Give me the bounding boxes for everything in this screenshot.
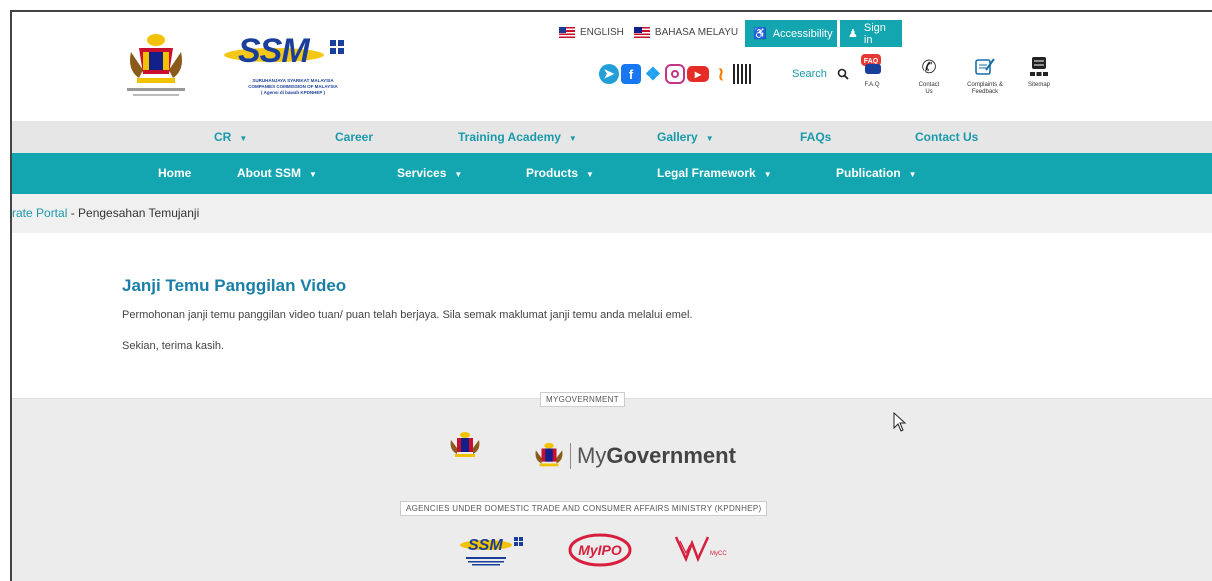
search-label: Search	[792, 68, 827, 80]
accessibility-icon: ♿	[753, 28, 767, 40]
nav-item-about-ssm[interactable]: About SSM ▼	[237, 166, 317, 180]
phone-icon: ✆	[921, 56, 937, 77]
agency-mycc-text: MyCC	[710, 551, 727, 557]
lang-malay-label: BAHASA MELAYU	[654, 26, 739, 38]
ssm-logo-word: SSM	[238, 32, 310, 70]
telegram-icon[interactable]: ➤	[599, 64, 619, 84]
caret-down-icon: ▼	[763, 170, 772, 179]
breadcrumb-portal-link[interactable]: rate Portal	[12, 206, 67, 220]
caret-down-icon: ▼	[586, 170, 594, 179]
subnav-item-career[interactable]: Career	[335, 130, 373, 144]
main-content: Janji Temu Panggilan Video Permohonan ja…	[12, 233, 1212, 398]
us-flag-icon	[559, 26, 575, 38]
breadcrumb-separator: -	[67, 206, 79, 220]
agency-ssm-text: SSM	[468, 537, 503, 554]
site-header: SSM SURUHANJAYA SYARIKAT MALAYSIA COMPAN…	[12, 12, 1212, 121]
nav-item-home[interactable]: Home	[158, 166, 191, 180]
search-box[interactable]: Search	[792, 68, 849, 80]
svg-text:FAQ: FAQ	[864, 58, 879, 65]
lang-malay-option[interactable]: BAHASA MELAYU	[633, 26, 739, 38]
malaysia-coat-of-arms-icon	[535, 442, 563, 467]
sitemap-icon	[1028, 56, 1050, 78]
ssm-logo[interactable]: SSM SURUHANJAYA SYARIKAT MALAYSIA COMPAN…	[220, 26, 360, 108]
complaints-feedback-link[interactable]: Complaints & Feedback	[960, 56, 1010, 96]
agency-logo-ssm[interactable]: SSM	[458, 533, 528, 574]
nav-item-products[interactable]: Products ▼	[526, 166, 594, 180]
subnav-item-gallery[interactable]: Gallery ▼	[657, 130, 714, 144]
search-icon[interactable]	[837, 68, 849, 80]
caret-down-icon: ▼	[239, 134, 248, 143]
subnav-item-cr[interactable]: CR ▼	[214, 130, 247, 144]
agency-myipo-text: MyIPO	[578, 542, 622, 558]
subnav-gallery-label: Gallery	[657, 130, 698, 144]
lang-english-option[interactable]: ENGLISH	[559, 26, 624, 38]
nav-about-label: About SSM	[237, 166, 301, 180]
browser-viewport: SSM SURUHANJAYA SYARIKAT MALAYSIA COMPAN…	[10, 10, 1212, 581]
closing-message: Sekian, terima kasih.	[122, 340, 225, 352]
subnav-career-label: Career	[335, 130, 374, 144]
contact-us-link[interactable]: ✆ Contact Us	[911, 56, 947, 96]
caret-down-icon: ▼	[705, 134, 714, 143]
youtube-icon[interactable]: ▶	[687, 66, 709, 82]
agencies-section-label: AGENCIES UNDER DOMESTIC TRADE AND CONSUM…	[400, 501, 768, 516]
page-title: Janji Temu Panggilan Video	[122, 276, 347, 295]
malaysia-coat-of-arms-logo	[127, 34, 185, 96]
nav-products-label: Products	[526, 166, 579, 180]
mygovernment-section-label: MYGOVERNMENT	[540, 392, 625, 407]
nav-item-legal-framework[interactable]: Legal Framework ▼	[657, 166, 772, 180]
nav-legal-label: Legal Framework	[657, 166, 756, 180]
faq-link[interactable]: FAQ F.A.Q	[854, 52, 890, 89]
lang-english-label: ENGLISH	[580, 26, 624, 38]
subnav-cr-label: CR	[214, 130, 232, 144]
accessibility-label: Accessibility	[772, 27, 833, 40]
breadcrumb-current: Pengesahan Temujanji	[78, 206, 200, 220]
user-icon: ♟	[848, 28, 858, 40]
malaysia-flag-icon	[633, 26, 650, 38]
caret-down-icon: ▼	[454, 170, 463, 179]
malaysia-coat-of-arms-icon	[450, 432, 480, 457]
contact-label: Contact Us	[918, 82, 940, 95]
facebook-icon[interactable]: f	[621, 64, 641, 84]
subnav-training-label: Training Academy	[458, 130, 561, 144]
twitter-icon[interactable]: ❖	[643, 64, 663, 84]
subnav-item-training-academy[interactable]: Training Academy ▼	[458, 130, 577, 144]
caret-down-icon: ▼	[568, 134, 577, 143]
breadcrumb: rate Portal - Pengesahan Temujanji	[12, 194, 1212, 233]
nav-publication-label: Publication	[836, 166, 901, 180]
mygov-text-my: My	[577, 443, 607, 468]
site-footer: MYGOVERNMENT MyGovernment AGENCIES UNDER…	[12, 392, 1212, 581]
signin-label: Sign in	[863, 21, 886, 46]
instagram-icon[interactable]	[665, 64, 685, 84]
qr-code-icon[interactable]	[733, 64, 753, 84]
subnav-item-contact-us[interactable]: Contact Us	[915, 130, 978, 144]
subnav-faqs-label: FAQs	[800, 130, 832, 144]
feedback-icon	[974, 56, 996, 78]
mygov-text-government: Government	[606, 443, 736, 468]
accessibility-button[interactable]: ♿ Accessibility	[745, 20, 837, 47]
caret-down-icon: ▼	[908, 170, 917, 179]
confirmation-message: Permohonan janji temu panggilan video tu…	[122, 309, 693, 321]
nav-services-label: Services	[397, 166, 447, 180]
caret-down-icon: ▼	[309, 170, 317, 179]
complaints-label: Complaints & Feedback	[967, 82, 1003, 95]
faq-icon: FAQ	[859, 52, 885, 78]
rss-icon[interactable]: ≀	[711, 64, 731, 84]
social-icons: ➤ f ❖ ▶ ≀	[599, 64, 753, 84]
subnav-contact-label: Contact Us	[915, 130, 979, 144]
agency-logo-myipo[interactable]: MyIPO	[567, 533, 633, 574]
mygovernment-logo[interactable]: MyGovernment	[535, 441, 736, 471]
ssm-logo-caption: SURUHANJAYA SYARIKAT MALAYSIA COMPANIES …	[248, 78, 338, 95]
sitemap-link[interactable]: Sitemap	[1022, 56, 1056, 89]
sitemap-label: Sitemap	[1027, 82, 1050, 88]
mouse-cursor-icon	[893, 412, 907, 432]
secondary-nav: CR ▼ Career Training Academy ▼ Gallery ▼ FA…	[12, 121, 1212, 153]
main-nav: Home About SSM ▼ Services ▼ Products ▼ Lega…	[12, 153, 1212, 194]
subnav-item-faqs[interactable]: FAQs	[800, 130, 831, 144]
signin-button[interactable]: ♟ Sign in	[840, 20, 902, 47]
faq-label: F.A.Q	[864, 82, 880, 88]
nav-item-services[interactable]: Services ▼	[397, 166, 462, 180]
agency-logo-mycc[interactable]: MyCC	[672, 533, 732, 574]
nav-item-publication[interactable]: Publication ▼	[836, 166, 917, 180]
nav-home-label: Home	[158, 166, 192, 180]
